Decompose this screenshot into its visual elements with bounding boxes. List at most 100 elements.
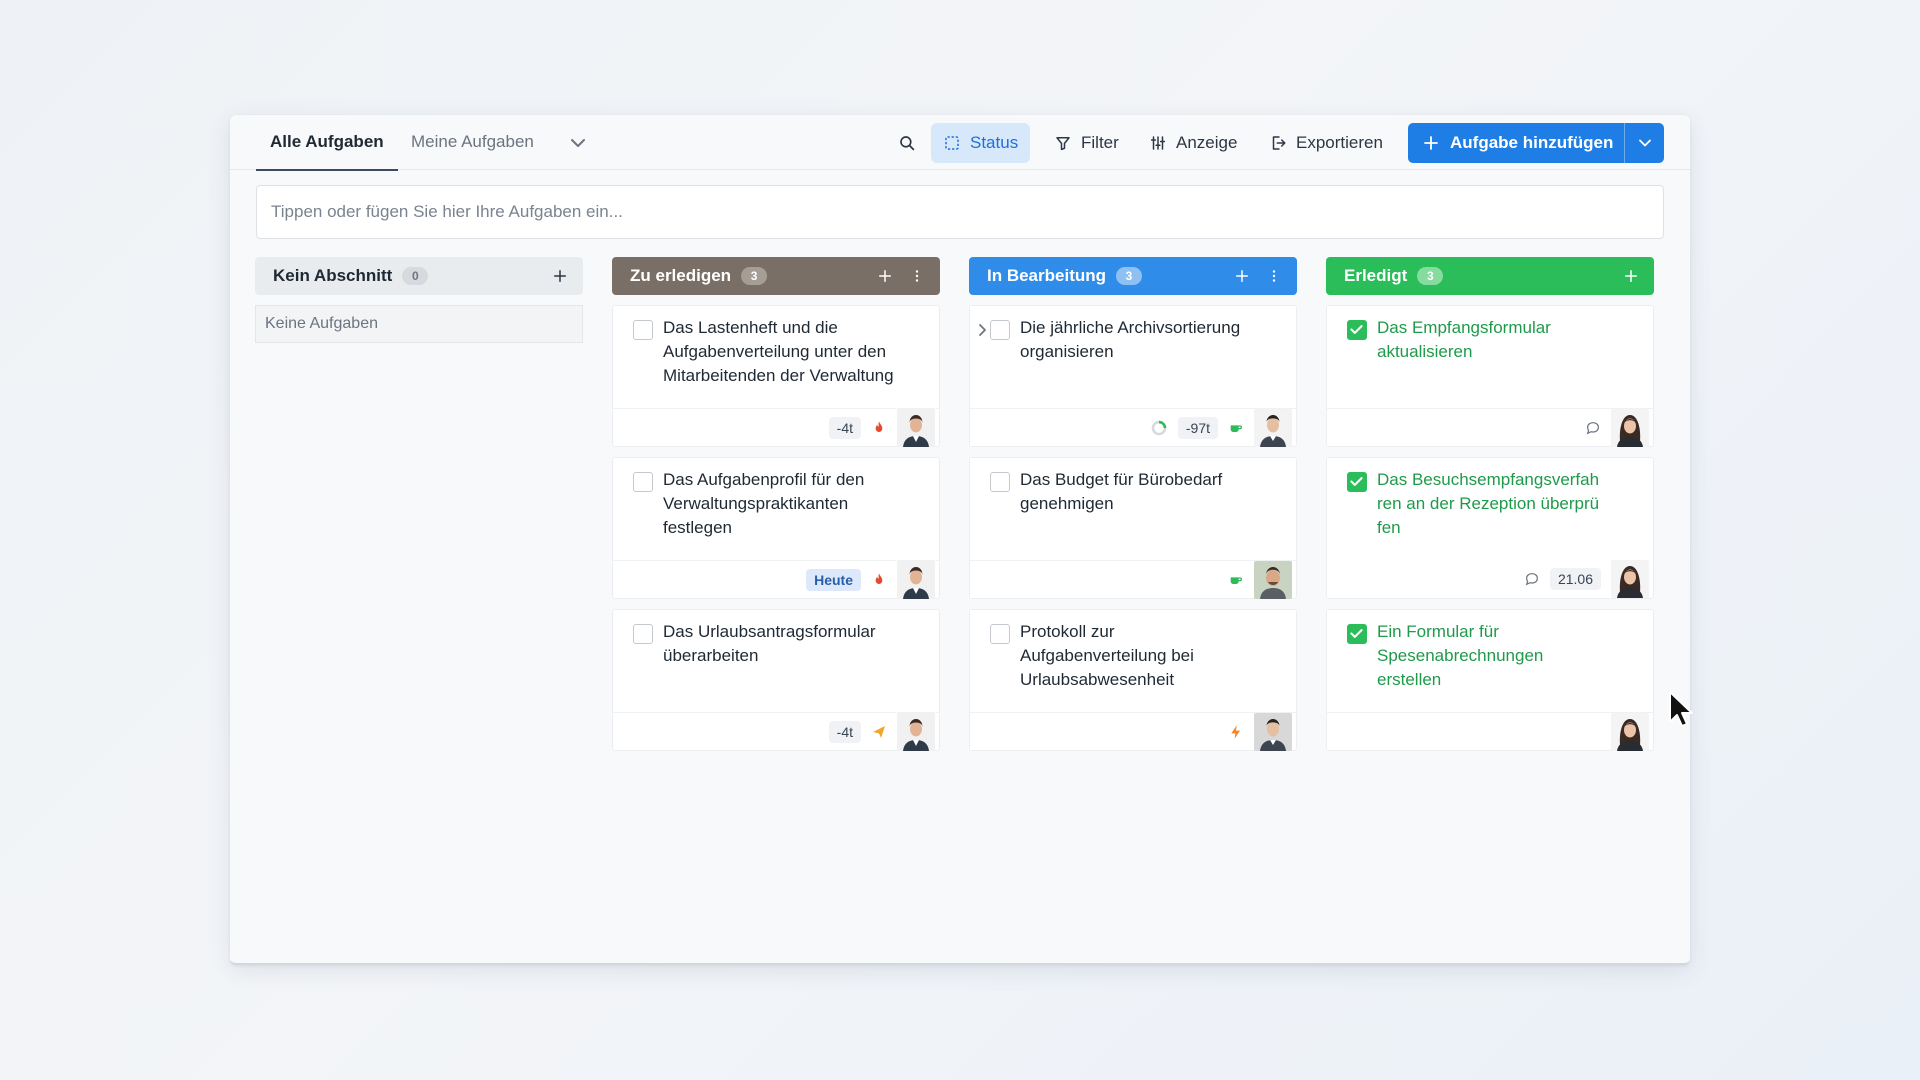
add-card-icon[interactable]	[549, 265, 571, 287]
tab-all-tasks[interactable]: Alle Aufgaben	[256, 115, 398, 171]
filter-button[interactable]: Filter	[1042, 123, 1131, 163]
empty-column-text: Keine Aufgaben	[255, 305, 583, 343]
chevron-down-icon[interactable]	[566, 131, 590, 155]
task-title: Die jährliche Archivsortierung organisie…	[1020, 318, 1241, 361]
quick-task-input[interactable]	[256, 185, 1664, 239]
task-card[interactable]: Das Besuchsempfangsverfahren an der Reze…	[1326, 457, 1654, 599]
comment-icon	[1525, 573, 1538, 586]
male-avatar-2[interactable]	[1254, 408, 1292, 447]
export-icon	[1272, 136, 1286, 150]
task-checkbox[interactable]	[633, 472, 653, 492]
comment-icon	[1586, 421, 1599, 435]
male-avatar[interactable]	[897, 408, 935, 447]
column-count: 0	[402, 267, 429, 285]
task-card[interactable]: Das Urlaubsantragsformular überarbeiten …	[612, 609, 940, 751]
task-card[interactable]: Ein Formular für Spesenabrechnungen erst…	[1326, 609, 1654, 751]
check-icon	[1350, 629, 1363, 638]
task-title: Das Budget für Bürobedarf genehmigen	[1020, 470, 1223, 513]
plus-icon	[1424, 136, 1438, 150]
column-title: In Bearbeitung	[987, 266, 1107, 285]
male-avatar-3[interactable]	[1254, 560, 1292, 599]
add-card-icon[interactable]	[874, 265, 896, 287]
column-title: Erledigt	[1344, 266, 1408, 285]
board-toolbar: Alle Aufgaben Meine Aufgaben Status Filt…	[230, 115, 1690, 171]
task-footer: Heute	[613, 560, 939, 599]
task-checkbox-checked[interactable]	[1347, 624, 1367, 644]
progress-ring-icon	[1151, 420, 1167, 435]
column-header: Zu erledigen 3	[612, 257, 940, 295]
task-title: Das Empfangsformular aktualisieren	[1377, 318, 1551, 361]
female-avatar[interactable]	[1611, 560, 1649, 598]
tab-my-tasks[interactable]: Meine Aufgaben	[411, 115, 534, 170]
column-done: Erledigt 3 Das Empfangsformular aktualis…	[1326, 257, 1654, 751]
chevron-right-icon[interactable]	[976, 320, 990, 340]
task-footer: -97t	[970, 408, 1296, 447]
export-button[interactable]: Exportieren	[1257, 123, 1395, 163]
filter-label: Filter	[1081, 133, 1119, 152]
due-badge: 21.06	[1549, 568, 1601, 590]
task-card[interactable]: Das Lastenheft und die Aufgabenverteilun…	[612, 305, 940, 447]
task-footer: 21.06	[1327, 560, 1653, 598]
male-avatar[interactable]	[897, 712, 935, 751]
task-board-window: Alle Aufgaben Meine Aufgaben Status Filt…	[230, 115, 1690, 965]
task-card[interactable]: Die jährliche Archivsortierung organisie…	[969, 305, 1297, 447]
task-card[interactable]: Das Budget für Bürobedarf genehmigen	[969, 457, 1297, 599]
task-checkbox[interactable]	[990, 320, 1010, 340]
task-card[interactable]: Protokoll zur Aufgabenverteilung bei Url…	[969, 609, 1297, 751]
task-title: Das Lastenheft und die Aufgabenverteilun…	[663, 318, 894, 385]
add-card-icon[interactable]	[1231, 265, 1253, 287]
task-checkbox[interactable]	[990, 472, 1010, 492]
column-header: Erledigt 3	[1326, 257, 1654, 295]
task-footer: -4t	[613, 408, 939, 447]
send-icon	[873, 725, 885, 738]
more-vertical-icon[interactable]	[906, 265, 928, 287]
due-badge: Heute	[806, 568, 861, 591]
column-title: Kein Abschnitt	[273, 266, 393, 285]
task-checkbox-checked[interactable]	[1347, 472, 1367, 492]
column-no-section: Kein Abschnitt 0 Keine Aufgaben	[255, 257, 583, 343]
task-checkbox[interactable]	[990, 624, 1010, 644]
status-button[interactable]: Status	[931, 123, 1031, 163]
task-footer	[1327, 712, 1653, 751]
status-label: Status	[970, 133, 1019, 152]
check-icon	[1350, 325, 1363, 334]
task-title: Ein Formular für Spesenabrechnungen erst…	[1377, 622, 1544, 689]
filter-icon	[1056, 137, 1070, 151]
column-in-progress: In Bearbeitung 3 Die jährliche Archivsor…	[969, 257, 1297, 751]
display-label: Anzeige	[1176, 133, 1238, 152]
female-avatar[interactable]	[1611, 712, 1649, 751]
add-card-icon[interactable]	[1620, 265, 1642, 287]
task-title: Das Aufgabenprofil für den Verwaltungspr…	[663, 470, 865, 537]
task-checkbox[interactable]	[633, 320, 653, 340]
due-badge: -97t	[1177, 416, 1218, 439]
column-todo: Zu erledigen 3 Das Lastenheft und die Au…	[612, 257, 940, 751]
male-avatar-2[interactable]	[1254, 712, 1292, 751]
task-title: Das Urlaubsantragsformular überarbeiten	[663, 622, 876, 665]
mouse-cursor-icon	[1669, 691, 1693, 727]
more-vertical-icon[interactable]	[1263, 265, 1285, 287]
coffee-icon	[1230, 576, 1242, 584]
column-count: 3	[1116, 267, 1143, 285]
selection-icon	[945, 136, 959, 150]
due-badge: -4t	[828, 720, 861, 743]
search-icon	[900, 136, 915, 151]
add-task-button[interactable]: Aufgabe hinzufügen	[1408, 123, 1624, 163]
female-avatar[interactable]	[1611, 408, 1649, 447]
task-card[interactable]: Das Empfangsformular aktualisieren	[1326, 305, 1654, 447]
task-title: Das Besuchsempfangsverfahren an der Reze…	[1377, 470, 1600, 537]
sliders-icon	[1150, 136, 1166, 150]
due-badge: -4t	[828, 416, 861, 439]
column-header: In Bearbeitung 3	[969, 257, 1297, 295]
task-card[interactable]: Das Aufgabenprofil für den Verwaltungspr…	[612, 457, 940, 599]
task-checkbox-checked[interactable]	[1347, 320, 1367, 340]
task-checkbox[interactable]	[633, 624, 653, 644]
display-button[interactable]: Anzeige	[1137, 123, 1249, 163]
task-footer: -4t	[613, 712, 939, 751]
task-footer	[970, 560, 1296, 599]
column-header: Kein Abschnitt 0	[255, 257, 583, 295]
add-task-dropdown[interactable]	[1624, 123, 1664, 163]
male-avatar[interactable]	[897, 560, 935, 599]
search-button[interactable]	[886, 123, 928, 163]
add-task-label: Aufgabe hinzufügen	[1450, 133, 1614, 152]
task-footer	[1327, 408, 1653, 447]
